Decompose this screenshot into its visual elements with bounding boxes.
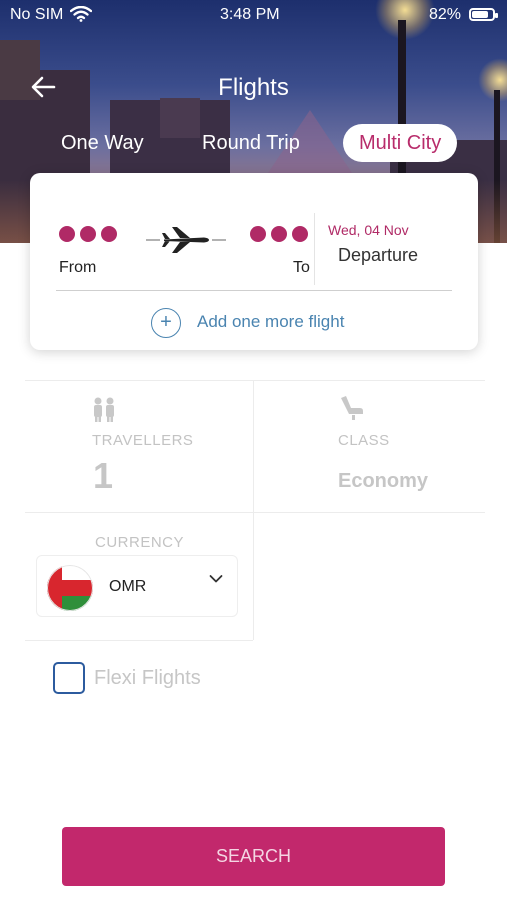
departure-date[interactable]: Wed, 04 Nov <box>328 222 409 238</box>
to-label: To <box>293 259 310 276</box>
tab-one-way[interactable]: One Way <box>45 124 160 162</box>
currency-dropdown[interactable]: OMR <box>36 555 238 617</box>
flexi-flights-label[interactable]: Flexi Flights <box>94 667 201 690</box>
seat-icon <box>341 396 363 420</box>
page-title: Flights <box>218 74 289 101</box>
from-airport-placeholder[interactable] <box>59 226 122 244</box>
battery-icon <box>469 8 498 21</box>
carrier-label: No SIM <box>10 6 64 23</box>
class-value: Economy <box>338 470 429 492</box>
add-flight-icon[interactable]: + <box>151 308 181 338</box>
currency-label: CURRENCY <box>95 534 185 551</box>
chevron-down-icon <box>209 575 223 583</box>
class-label: CLASS <box>338 432 390 449</box>
trip-type-tabs: One Way Round Trip Multi City <box>0 124 507 162</box>
airplane-icon <box>146 227 226 253</box>
travellers-selector[interactable]: TRAVELLERS 1 <box>25 381 253 512</box>
battery-fill <box>472 11 488 18</box>
from-label: From <box>59 259 97 276</box>
tab-multi-city[interactable]: Multi City <box>343 124 458 162</box>
travellers-count: 1 <box>93 455 114 496</box>
departure-label: Departure <box>338 245 419 265</box>
wifi-icon <box>70 6 92 22</box>
class-selector[interactable]: CLASS Economy <box>254 381 485 512</box>
battery-percent: 82% <box>428 6 461 23</box>
top-bar: Flights <box>0 70 507 110</box>
divider <box>25 640 253 641</box>
status-time: 3:48 PM <box>220 6 280 23</box>
tab-round-trip[interactable]: Round Trip <box>186 124 316 162</box>
to-airport-placeholder[interactable] <box>250 226 313 244</box>
divider <box>25 512 485 513</box>
divider <box>56 290 452 291</box>
travellers-label: TRAVELLERS <box>92 432 194 449</box>
status-bar: No SIM 3:48 PM 82% <box>0 0 507 30</box>
add-flight-button[interactable]: Add one more flight <box>197 312 344 332</box>
oman-flag-icon <box>47 565 93 611</box>
search-button[interactable]: SEARCH <box>62 827 445 886</box>
flight-card: From To Wed, 04 Nov Departure + Add one … <box>30 173 478 350</box>
divider <box>314 213 315 285</box>
people-icon <box>94 397 114 422</box>
currency-value: OMR <box>109 578 147 595</box>
flexi-flights-checkbox[interactable] <box>53 662 85 694</box>
